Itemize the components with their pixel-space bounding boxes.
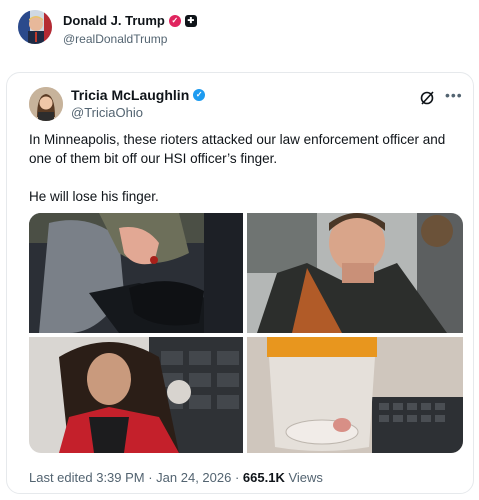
- finger-in-container-photo[interactable]: [247, 337, 463, 453]
- outer-handle[interactable]: @realDonaldTrump: [63, 32, 167, 46]
- inner-handle[interactable]: @TriciaOhio: [71, 105, 143, 120]
- outer-avatar[interactable]: [18, 10, 52, 44]
- verified-badge-icon: ✓: [193, 89, 206, 101]
- outer-name-row: Donald J. Trump ✓ ✚: [63, 13, 197, 28]
- grok-icon[interactable]: [419, 90, 435, 106]
- detained-man-photo[interactable]: [247, 213, 463, 333]
- media-grid: [29, 213, 463, 453]
- views-label: Views: [284, 470, 323, 485]
- more-icon[interactable]: •••: [445, 87, 463, 103]
- tweet-text: In Minneapolis, these rioters attacked o…: [29, 130, 459, 206]
- verified-badge-icon: ✓: [168, 14, 181, 27]
- inner-display-name[interactable]: Tricia McLaughlin: [71, 87, 189, 103]
- detained-woman-photo[interactable]: [29, 337, 243, 453]
- inner-name-row: Tricia McLaughlin ✓: [71, 87, 206, 103]
- views-count: 665.1K: [242, 470, 285, 485]
- repost-header: Donald J. Trump ✓ ✚ @realDonaldTrump: [18, 10, 458, 50]
- injured-hand-photo[interactable]: [29, 213, 243, 333]
- edited-timestamp[interactable]: Last edited 3:39 PM · Jan 24, 2026 ·: [29, 470, 243, 485]
- inner-avatar[interactable]: [29, 87, 63, 121]
- affiliate-badge-icon: ✚: [184, 14, 197, 27]
- tweet-paragraph-1: In Minneapolis, these rioters attacked o…: [29, 132, 446, 166]
- outer-display-name[interactable]: Donald J. Trump: [63, 13, 165, 28]
- quoted-tweet-card[interactable]: Tricia McLaughlin ✓ @TriciaOhio ••• In M…: [6, 72, 474, 494]
- tweet-paragraph-2: He will lose his finger.: [29, 189, 159, 204]
- tweet-meta: Last edited 3:39 PM · Jan 24, 2026 · 665…: [29, 470, 323, 485]
